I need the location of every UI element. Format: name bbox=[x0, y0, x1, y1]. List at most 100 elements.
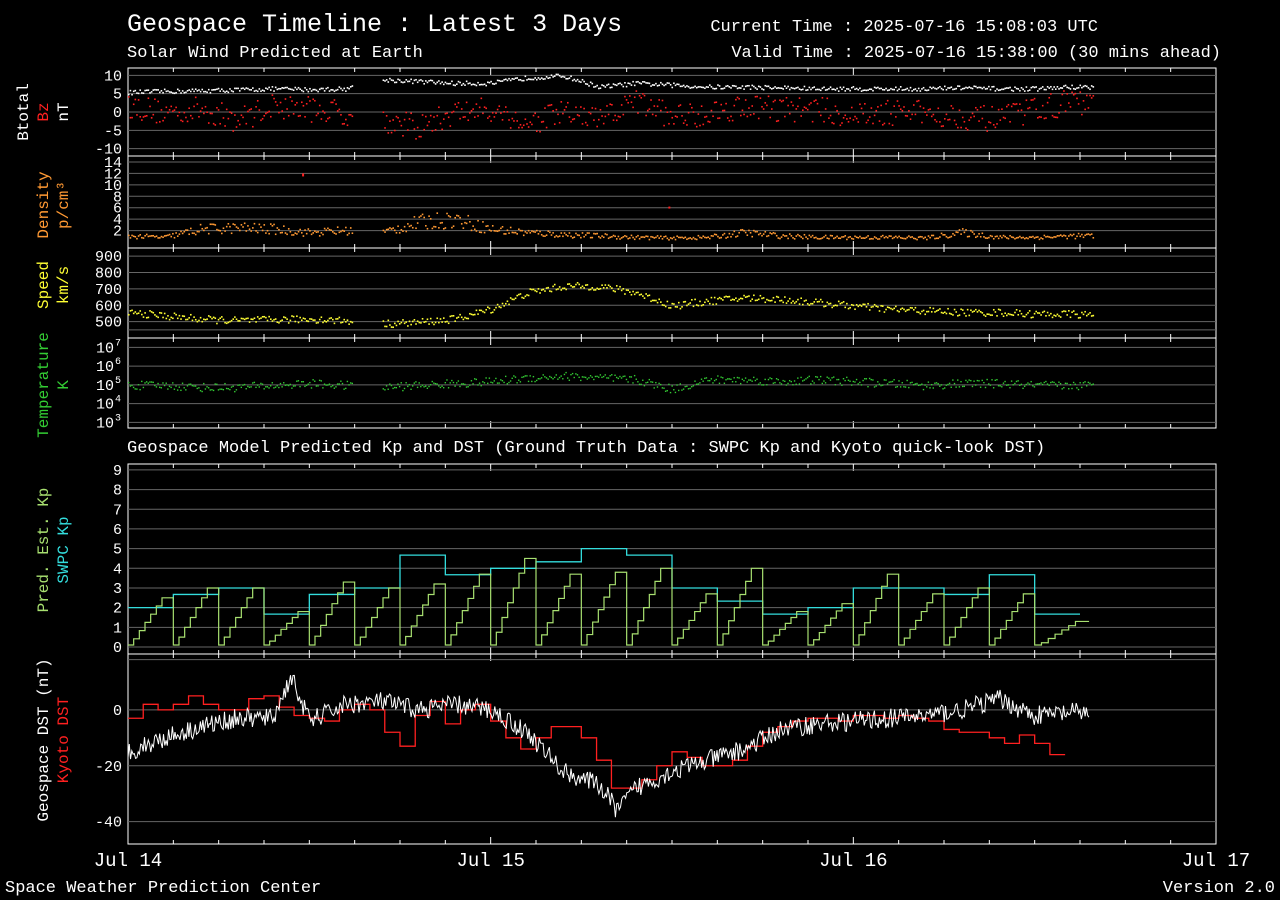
density-point bbox=[986, 237, 989, 239]
bz-point bbox=[397, 116, 399, 119]
temperature-point bbox=[916, 382, 918, 385]
speed-point bbox=[824, 305, 827, 307]
density-point bbox=[495, 230, 497, 232]
bz-point bbox=[813, 100, 816, 102]
density-point bbox=[159, 237, 161, 239]
bz-point bbox=[896, 100, 899, 102]
density-point bbox=[136, 237, 138, 240]
btotal-point bbox=[323, 90, 326, 92]
speed-point bbox=[250, 318, 252, 320]
speed-point bbox=[550, 290, 553, 293]
temperature-point bbox=[989, 384, 992, 386]
btotal-point bbox=[465, 80, 468, 83]
temperature-point bbox=[1082, 382, 1085, 384]
bz-point bbox=[576, 114, 579, 116]
temperature-point bbox=[320, 380, 322, 382]
speed-point bbox=[178, 314, 181, 317]
temperature-point bbox=[868, 377, 871, 380]
btotal-point bbox=[307, 90, 310, 93]
density-point bbox=[1054, 236, 1057, 238]
density-point bbox=[852, 238, 855, 240]
speed-point bbox=[438, 321, 440, 324]
speed-point bbox=[206, 318, 208, 320]
bz-point bbox=[802, 109, 804, 111]
temperature-point bbox=[855, 378, 858, 381]
btotal-point bbox=[671, 86, 674, 89]
bz-point bbox=[496, 108, 499, 111]
bz-point bbox=[1076, 97, 1078, 100]
temperature-point bbox=[250, 386, 252, 388]
btotal-point bbox=[167, 90, 169, 92]
speed-point bbox=[522, 297, 525, 299]
temperature-point bbox=[480, 384, 482, 387]
btotal-point bbox=[438, 80, 440, 82]
bz-point bbox=[467, 119, 470, 122]
bz-point bbox=[508, 119, 510, 121]
speed-point bbox=[744, 296, 747, 298]
speed-point bbox=[749, 300, 752, 302]
btotal-point bbox=[994, 90, 997, 92]
bz-point bbox=[449, 125, 452, 127]
density-point bbox=[485, 225, 488, 228]
density-point bbox=[857, 236, 860, 239]
btotal-point bbox=[813, 86, 816, 88]
bz-point bbox=[966, 128, 969, 131]
temperature-point bbox=[872, 379, 874, 381]
temperature-point bbox=[571, 372, 574, 375]
temperature-point bbox=[648, 378, 651, 381]
btotal-point bbox=[234, 87, 236, 90]
btotal-point bbox=[418, 79, 421, 82]
btotal-point bbox=[346, 87, 349, 89]
speed-point bbox=[317, 321, 319, 324]
speed-point bbox=[679, 307, 682, 310]
speed-point bbox=[576, 281, 579, 284]
speed-point bbox=[456, 317, 458, 319]
speed-point bbox=[596, 287, 598, 290]
speed-point bbox=[529, 288, 532, 290]
temperature-point bbox=[514, 376, 517, 378]
density-point bbox=[516, 233, 519, 235]
btotal-point bbox=[265, 87, 267, 90]
bz-point bbox=[292, 113, 295, 115]
density-point bbox=[992, 237, 995, 240]
bz-point bbox=[679, 104, 682, 106]
panel-frame bbox=[127, 337, 1217, 429]
bz-point bbox=[992, 124, 995, 126]
temperature-point bbox=[318, 379, 321, 382]
speed-point bbox=[881, 305, 884, 307]
y-tick-label: 900 bbox=[95, 249, 122, 266]
temperature-point bbox=[573, 376, 575, 379]
speed-point bbox=[323, 320, 326, 322]
temperature-point bbox=[265, 386, 267, 388]
btotal-point bbox=[952, 88, 954, 91]
speed-point bbox=[968, 314, 971, 317]
btotal-point bbox=[881, 88, 884, 91]
btotal-point bbox=[389, 77, 391, 80]
bz-point bbox=[997, 108, 1000, 111]
bz-point bbox=[749, 113, 752, 116]
bz-point bbox=[952, 107, 954, 110]
density-point bbox=[899, 236, 902, 239]
density-point bbox=[906, 236, 909, 239]
bz-point bbox=[965, 127, 967, 129]
temperature-point bbox=[744, 377, 747, 379]
density-point bbox=[544, 235, 546, 237]
bz-point bbox=[798, 97, 801, 99]
temperature-point bbox=[456, 382, 458, 384]
density-point bbox=[1051, 236, 1054, 239]
bz-point bbox=[944, 118, 946, 120]
speed-point bbox=[808, 304, 811, 306]
temperature-unit-label: K bbox=[55, 380, 73, 390]
speed-point bbox=[509, 297, 512, 299]
density-unit-label: p/cm³ bbox=[55, 181, 73, 229]
btotal-point bbox=[557, 73, 559, 76]
btotal-point bbox=[1071, 84, 1073, 87]
temperature-point bbox=[930, 383, 933, 386]
btotal-point bbox=[908, 89, 910, 92]
density-point bbox=[1035, 236, 1037, 239]
temperature-point bbox=[336, 383, 339, 385]
bz-point bbox=[736, 96, 739, 99]
density-point bbox=[947, 236, 949, 239]
bz-point bbox=[431, 129, 434, 132]
density-point bbox=[695, 238, 698, 241]
